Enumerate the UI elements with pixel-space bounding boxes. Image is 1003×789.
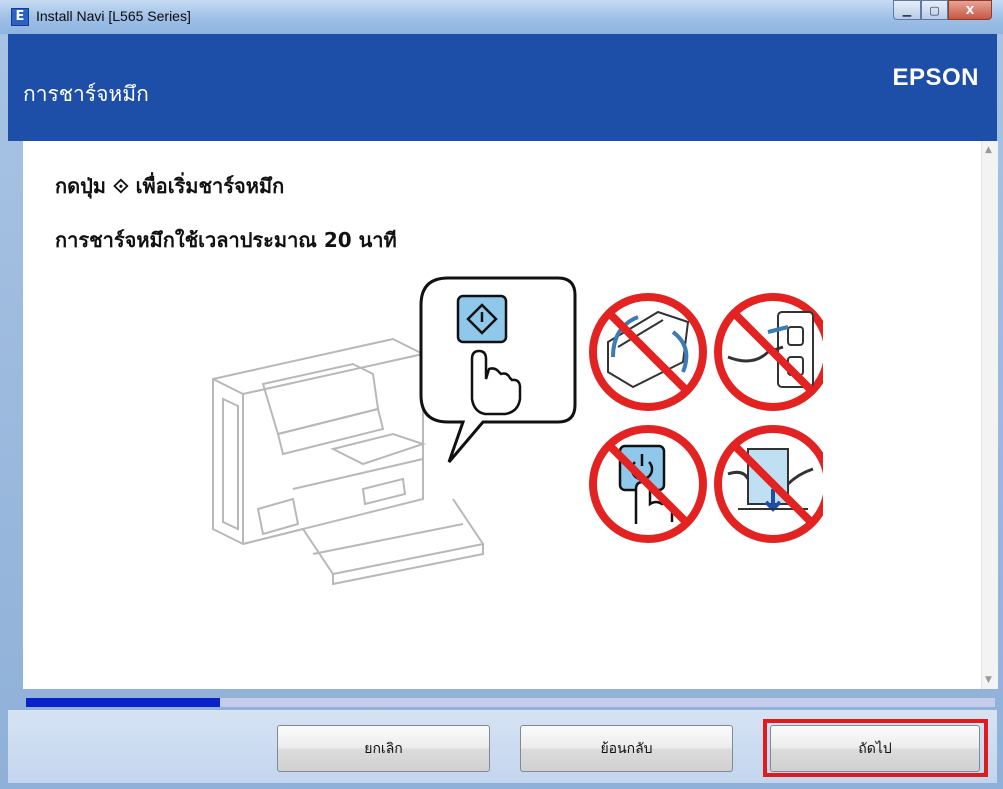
content-panel: กดปุ่ม ⟐ เพื่อเริ่มชาร์จหมึก การชาร์จหมึ…	[23, 141, 981, 689]
progress-bar	[26, 698, 995, 707]
next-button-highlight	[763, 719, 988, 777]
no-load-paper-icon	[714, 425, 823, 543]
no-unplug-icon	[714, 293, 823, 411]
back-button[interactable]: ย้อนกลับ	[520, 725, 733, 772]
window-controls: ▁ ▢ X	[893, 0, 992, 22]
instruction-text: กดปุ่ม ⟐ เพื่อเริ่มชาร์จหมึก	[55, 174, 285, 198]
header-band: การชาร์จหมึก EPSON	[8, 34, 997, 141]
minimize-button[interactable]: ▁	[893, 0, 921, 20]
content-scrollbar[interactable]: ▲ ▼	[981, 141, 998, 689]
scroll-up-icon[interactable]: ▲	[985, 145, 992, 155]
no-open-scanner-icon	[589, 293, 707, 411]
maximize-button[interactable]: ▢	[921, 0, 948, 20]
button-callout	[419, 276, 577, 463]
cancel-button[interactable]: ยกเลิก	[277, 725, 490, 772]
close-button[interactable]: X	[948, 0, 992, 20]
minimize-icon: ▁	[902, 3, 912, 17]
app-icon: E	[11, 8, 29, 26]
duration-text: การชาร์จหมึกใช้เวลาประมาณ 20 นาที	[55, 228, 397, 252]
close-icon: X	[965, 3, 975, 17]
maximize-icon: ▢	[929, 3, 940, 17]
progress-fill	[26, 698, 220, 707]
scroll-down-icon[interactable]: ▼	[985, 675, 992, 685]
install-navi-window: E Install Navi [L565 Series] ▁ ▢ X การชา…	[0, 0, 1003, 789]
title-bar[interactable]: E Install Navi [L565 Series] ▁ ▢ X	[0, 0, 1003, 34]
ink-charging-illustration	[212, 276, 823, 586]
no-power-button-icon	[589, 425, 707, 543]
window-title: Install Navi [L565 Series]	[36, 8, 191, 24]
epson-logo: EPSON	[892, 64, 979, 91]
page-title: การชาร์จหมึก	[23, 82, 149, 106]
